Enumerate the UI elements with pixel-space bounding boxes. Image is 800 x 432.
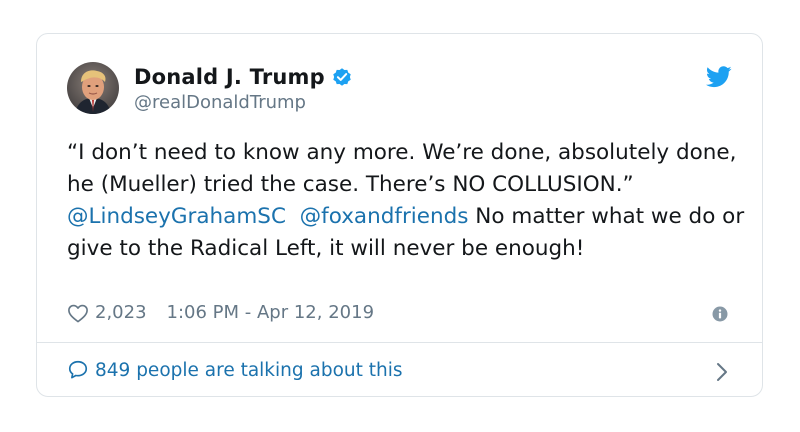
- heart-icon[interactable]: [67, 303, 89, 323]
- conversation-count-label[interactable]: 849 people are talking about this: [95, 360, 403, 381]
- author-display-name[interactable]: Donald J. Trump: [134, 65, 325, 89]
- card-divider: [37, 342, 762, 343]
- mention-link-foxandfriends[interactable]: @foxandfriends: [300, 204, 469, 229]
- verified-badge-icon: [333, 68, 351, 86]
- author-handle[interactable]: @realDonaldTrump: [134, 92, 306, 113]
- mention-link-lindseygrahamsc[interactable]: @LindseyGrahamSC: [67, 204, 286, 229]
- tweet-timestamp[interactable]: 1:06 PM - Apr 12, 2019: [167, 302, 374, 323]
- tweet-text: “I don’t need to know any more. We’re do…: [67, 137, 747, 265]
- conversation-link[interactable]: 849 people are talking about this: [67, 359, 403, 381]
- twitter-bird-icon[interactable]: [706, 66, 732, 88]
- avatar[interactable]: [67, 62, 119, 114]
- tweet-card[interactable]: Donald J. Trump @realDonaldTrump “I don’…: [36, 33, 763, 397]
- tweet-text-body-1: “I don’t need to know any more. We’re do…: [67, 140, 737, 197]
- author-name-row[interactable]: Donald J. Trump: [134, 65, 353, 89]
- speech-bubble-icon: [68, 360, 88, 379]
- chevron-right-icon[interactable]: [716, 362, 728, 382]
- tweet-meta-row: 2,023 1:06 PM - Apr 12, 2019: [67, 302, 374, 323]
- info-icon[interactable]: [712, 306, 728, 322]
- like-count[interactable]: 2,023: [95, 302, 147, 323]
- avatar-photo: [67, 62, 119, 114]
